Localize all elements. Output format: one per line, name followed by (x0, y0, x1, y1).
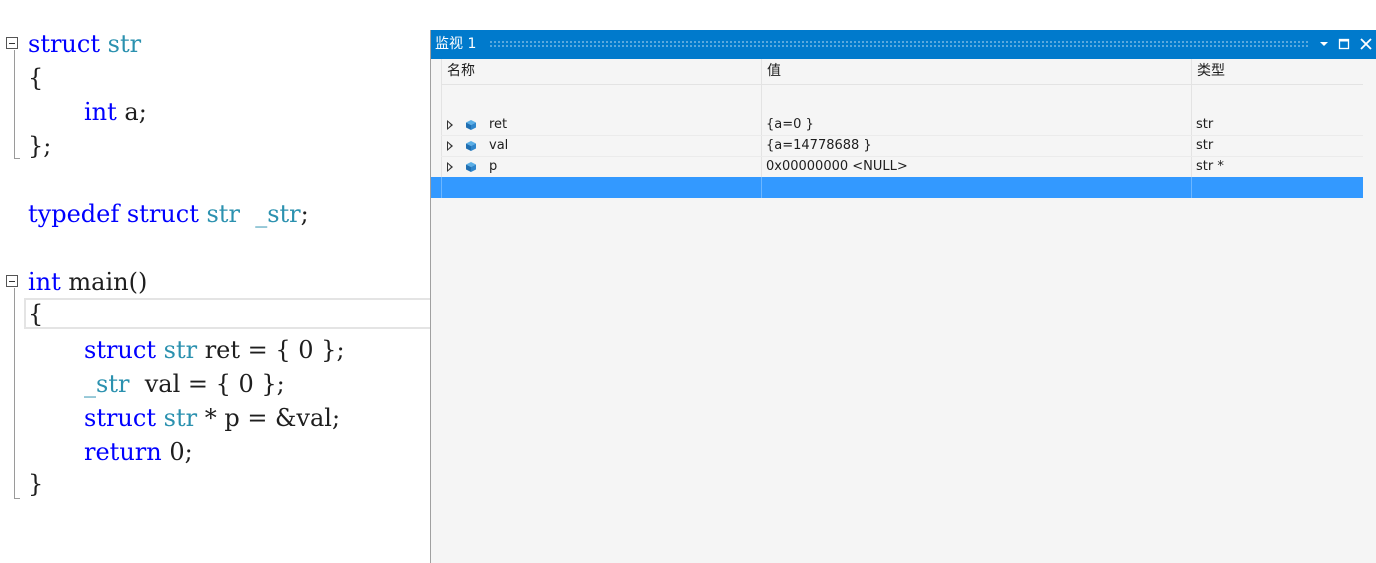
expand-arrow-icon[interactable] (447, 120, 453, 130)
watch-name: ret (489, 117, 508, 132)
window-menu-dropdown-icon[interactable] (1315, 35, 1333, 53)
watch-row[interactable]: val {a=14778688 } str (441, 136, 1363, 157)
code-text: }; (28, 132, 52, 160)
code-line-7: { (28, 297, 43, 331)
watch-value[interactable]: {a=14778688 } (766, 136, 872, 156)
expand-arrow-icon[interactable] (447, 141, 453, 151)
code-line-2: { (28, 61, 43, 95)
keyword: struct (126, 200, 199, 228)
collapse-main-icon[interactable] (6, 275, 18, 287)
watch-name: p (489, 159, 498, 174)
code-text: { (28, 300, 44, 328)
titlebar-grip[interactable] (489, 40, 1309, 48)
watch-title: 监视 1 (435, 36, 477, 52)
watch-type: str (1196, 138, 1214, 153)
type-name: _str (255, 200, 301, 228)
code-line-11: return 0; (84, 435, 193, 469)
code-line-9: _str val = { 0 }; (84, 367, 285, 401)
main-fold-guide-end (14, 498, 20, 499)
expand-arrow-icon[interactable] (447, 162, 453, 172)
code-editor[interactable]: struct str { int a; }; typedef struct st… (0, 0, 436, 563)
type-name: str (206, 200, 240, 228)
struct-fold-guide-end (14, 158, 20, 159)
code-line-4: }; (28, 129, 51, 163)
keyword: struct (84, 404, 156, 432)
watch-window: 监视 1 名称 值 类型 ret {a=0} str val {a=14778… (430, 30, 1376, 563)
code-line-6: int main() (28, 265, 147, 299)
keyword: typedef (28, 200, 120, 228)
column-separator (441, 177, 442, 198)
current-line-highlight (24, 298, 436, 329)
code-line-1: struct str (28, 27, 141, 61)
watch-value[interactable]: 0x00000000 <NULL> (766, 157, 908, 177)
main-fold-guide (14, 288, 15, 498)
keyword: return (84, 438, 162, 466)
code-line-3: int a; (84, 95, 147, 129)
watch-value[interactable]: {a=0 } (766, 115, 814, 135)
code-text: 0; (161, 438, 193, 466)
variable-cube-icon (466, 162, 476, 172)
maximize-icon[interactable] (1335, 35, 1353, 53)
column-header-type[interactable]: 类型 (1191, 59, 1363, 84)
watch-titlebar[interactable]: 监视 1 (431, 30, 1376, 59)
variable-cube-icon (466, 120, 476, 130)
code-line-10: struct str * p = &val; (84, 401, 340, 435)
watch-grid: 名称 值 类型 ret {a=0 } str val {a=14778688}… (431, 59, 1363, 563)
code-text: } (28, 470, 44, 498)
variable-cube-icon (466, 141, 476, 151)
code-text: val = { 0 }; (129, 370, 285, 398)
keyword: int (28, 268, 61, 296)
type-name: str (163, 336, 198, 364)
column-header-name[interactable]: 名称 (441, 59, 761, 84)
vs-ide-window: struct str { int a; }; typedef struct st… (0, 0, 1376, 563)
column-separator (1191, 177, 1192, 198)
code-line-12: } (28, 467, 43, 501)
watch-row[interactable]: p 0x00000000 <NULL> str * (441, 157, 1363, 178)
type-name: _str (84, 370, 130, 398)
keyword: struct (28, 30, 100, 58)
watch-name: val (489, 138, 509, 153)
code-text: main() (60, 268, 148, 296)
code-text: a; (116, 98, 147, 126)
collapse-struct-icon[interactable] (6, 37, 18, 49)
watch-type: str (1196, 117, 1214, 132)
grid-header: 名称 值 类型 (441, 59, 1363, 85)
watch-row[interactable]: ret {a=0 } str (441, 115, 1363, 136)
watch-type: str * (1196, 159, 1224, 174)
column-separator (761, 177, 762, 198)
code-text: { (28, 64, 44, 92)
type-name: str (107, 30, 142, 58)
keyword: struct (84, 336, 156, 364)
code-line-8: struct str ret = { 0 }; (84, 333, 345, 367)
add-watch-row[interactable] (431, 177, 1363, 198)
code-text: ; (300, 200, 309, 228)
close-icon[interactable] (1357, 35, 1375, 53)
code-text: * p = &val; (197, 404, 341, 432)
struct-fold-guide (14, 50, 15, 158)
watch-window-edge (1363, 59, 1376, 563)
type-name: str (163, 404, 198, 432)
column-header-value[interactable]: 值 (761, 59, 1191, 84)
code-line-5: typedef struct str _str; (28, 197, 309, 231)
keyword: int (84, 98, 117, 126)
code-text: ret = { 0 }; (197, 336, 345, 364)
